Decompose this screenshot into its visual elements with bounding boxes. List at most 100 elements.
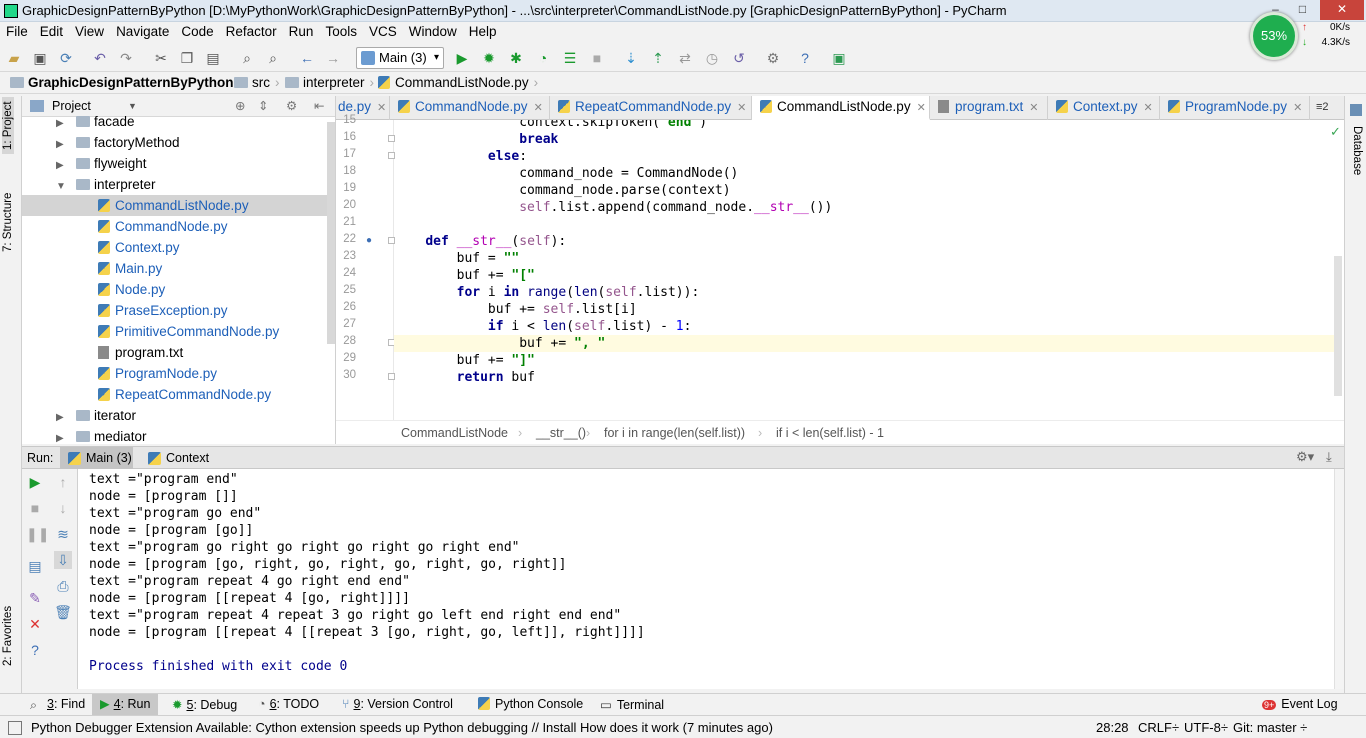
tree-item[interactable]: ▼ interpreter <box>22 174 327 195</box>
breadcrumb-file[interactable]: CommandListNode.py › <box>378 75 538 90</box>
menu-code[interactable]: Code <box>175 22 219 39</box>
console-output[interactable]: text ="program end" node = [program []] te… <box>78 469 1334 689</box>
breadcrumb-src[interactable]: src › <box>234 75 280 90</box>
sync-icon[interactable]: ⟳ <box>57 49 75 67</box>
tree-item[interactable]: program.txt <box>22 342 327 363</box>
database-side-tab[interactable]: Database <box>1351 126 1363 175</box>
project-scrollbar[interactable] <box>327 122 335 344</box>
close-icon[interactable]: ✕ <box>26 615 44 633</box>
tree-item[interactable]: CommandNode.py <box>22 216 327 237</box>
editor-scrollbar[interactable] <box>1334 256 1342 396</box>
tab-overflow-button[interactable]: ≡2 <box>1312 96 1344 120</box>
close-tab-icon[interactable]: ✕ <box>1029 102 1038 114</box>
close-tab-icon[interactable]: ✕ <box>1144 102 1153 114</box>
toggle-tool-buttons-icon[interactable] <box>8 721 22 735</box>
back-icon[interactable]: ← <box>298 49 316 67</box>
settings-icon[interactable]: ⚙ <box>764 49 782 67</box>
coverage-icon[interactable]: ✱ <box>507 49 525 67</box>
editor-crumb-if[interactable]: if i < len(self.list) - 1 <box>776 422 884 444</box>
console-scrollbar[interactable] <box>1334 469 1344 689</box>
save-icon[interactable]: ▣ <box>31 49 49 67</box>
expand-right-icon[interactable]: ▶ <box>56 134 70 155</box>
run-tab-main[interactable]: Main (3) <box>60 447 133 469</box>
tool-run[interactable]: ▶ 4: Run <box>92 694 159 715</box>
tool-find[interactable]: ⌕ 3: Find <box>30 697 85 712</box>
tool-python-console[interactable]: Python Console <box>478 697 583 711</box>
vcs-commit-icon[interactable]: ⇡ <box>649 49 667 67</box>
cursor-position[interactable]: 28:28 <box>1096 720 1129 735</box>
expand-down-icon[interactable]: ▼ <box>56 176 70 197</box>
editor-crumb-for[interactable]: for i in range(len(self.list)) <box>604 422 745 444</box>
breadcrumb-project[interactable]: GraphicDesignPatternByPython› <box>10 75 243 90</box>
scroll-up-icon[interactable]: ↑ <box>54 473 72 491</box>
paste-icon[interactable]: ▤ <box>204 49 222 67</box>
project-side-tab[interactable]: 1: Project <box>2 97 14 154</box>
code-area[interactable]: context.skipToken("end") break else: com… <box>394 120 1334 420</box>
scroll-down-icon[interactable]: ↓ <box>54 499 72 517</box>
menu-navigate[interactable]: Navigate <box>110 22 175 39</box>
vcs-compare-icon[interactable]: ⇄ <box>676 49 694 67</box>
tool-debug[interactable]: ✹ 5: Debug <box>172 697 237 712</box>
tree-item[interactable]: CommandListNode.py <box>22 195 327 216</box>
close-tab-icon[interactable]: ✕ <box>1293 102 1302 114</box>
menu-file[interactable]: File <box>0 22 34 39</box>
vcs-revert-icon[interactable]: ↺ <box>730 49 748 67</box>
help-icon[interactable]: ? <box>26 641 44 659</box>
pause-icon[interactable]: ❚❚ <box>26 525 49 543</box>
file-encoding[interactable]: UTF-8÷ <box>1184 720 1228 735</box>
favorites-side-tab[interactable]: 2: Favorites <box>2 606 14 666</box>
menu-view[interactable]: View <box>69 22 110 39</box>
tab-programnode-py[interactable]: ProgramNode.py ✕ <box>1160 96 1310 120</box>
tree-item[interactable]: ▶ mediator <box>22 426 327 444</box>
vcs-update-icon[interactable]: ⇣ <box>622 49 640 67</box>
cut-icon[interactable]: ✂ <box>152 49 170 67</box>
scroll-to-end-icon[interactable]: ⇩ <box>54 551 72 569</box>
undo-icon[interactable]: ↶ <box>91 49 109 67</box>
structure-side-tab[interactable]: 7: Structure <box>2 193 14 252</box>
status-message[interactable]: Python Debugger Extension Available: Cyt… <box>31 720 773 735</box>
redo-icon[interactable]: ↷ <box>117 49 135 67</box>
copy-icon[interactable]: ❐ <box>178 49 196 67</box>
open-folder-icon[interactable]: ▰ <box>5 49 23 67</box>
tree-item[interactable]: Context.py <box>22 237 327 258</box>
plugin-icon[interactable]: ▣ <box>830 49 848 67</box>
expand-right-icon[interactable]: ▶ <box>56 155 70 176</box>
restore-layout-icon[interactable]: ▤ <box>26 557 44 575</box>
hide-panel-icon[interactable]: ⤓ <box>1326 449 1332 465</box>
print-icon[interactable]: ⎙ <box>54 577 72 595</box>
override-marker-icon[interactable]: ● <box>366 235 372 246</box>
close-tab-icon[interactable]: ✕ <box>917 102 926 114</box>
concurrency-icon[interactable]: ☰ <box>561 49 579 67</box>
tab-commandlistnode-py[interactable]: CommandListNode.py ✕ <box>752 96 930 120</box>
menu-refactor[interactable]: Refactor <box>220 22 283 39</box>
breadcrumb-interpreter[interactable]: interpreter › <box>285 75 374 90</box>
stop-icon[interactable]: ■ <box>26 499 44 517</box>
close-tab-icon[interactable]: ✕ <box>377 102 386 114</box>
editor-crumb-class[interactable]: CommandListNode <box>401 422 508 444</box>
clear-all-icon[interactable]: 🗑 <box>54 603 72 621</box>
tree-item[interactable]: ▶ flyweight <box>22 153 327 174</box>
tree-item[interactable]: ▶ iterator <box>22 405 327 426</box>
git-branch[interactable]: Git: master ÷ <box>1233 720 1307 735</box>
rerun-icon[interactable]: ▶ <box>26 473 44 491</box>
tab-program-txt[interactable]: program.txt ✕ <box>930 96 1048 120</box>
tool-event-log[interactable]: 9+ Event Log <box>1262 697 1338 711</box>
tool-version-control[interactable]: ⑂ 9: Version Control <box>342 697 453 711</box>
debug-icon[interactable]: ✹ <box>480 49 498 67</box>
profile-icon[interactable]: ◔ <box>534 49 552 67</box>
expand-right-icon[interactable]: ▶ <box>56 428 70 444</box>
line-separator[interactable]: CRLF÷ <box>1138 720 1179 735</box>
stop-icon[interactable]: ■ <box>588 49 606 67</box>
tree-item[interactable]: ProgramNode.py <box>22 363 327 384</box>
find-icon[interactable]: ⌕ <box>238 49 256 67</box>
menu-edit[interactable]: Edit <box>34 22 69 39</box>
tree-item[interactable]: ▶ factoryMethod <box>22 132 327 153</box>
tab-commandnode-py[interactable]: CommandNode.py ✕ <box>390 96 550 120</box>
close-tab-icon[interactable]: ✕ <box>737 102 746 114</box>
menu-vcs[interactable]: VCS <box>363 22 403 39</box>
run-tab-context[interactable]: Context <box>140 447 220 469</box>
tool-todo[interactable]: ◔ 6: TODO <box>258 697 319 711</box>
vcs-history-icon[interactable]: ◷ <box>703 49 721 67</box>
menu-run[interactable]: Run <box>283 22 320 39</box>
forward-icon[interactable]: → <box>324 49 342 67</box>
